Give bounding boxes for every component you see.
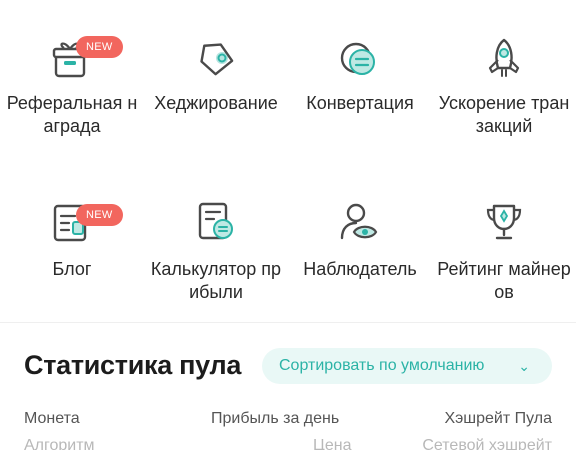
calculator-icon [198, 202, 233, 240]
menu-item-hedging[interactable]: Хеджирование [144, 30, 288, 170]
column-subheader-network-hashrate: Сетевой хэшрейт [422, 437, 552, 450]
section-divider [0, 322, 576, 323]
column-subheader-algorithm: Алгоритм [24, 437, 95, 450]
trophy-icon [486, 204, 522, 240]
column-header-hashrate[interactable]: Хэшрейт Пула [444, 410, 552, 428]
menu-item-label: Хеджирование [154, 93, 278, 113]
menu-item-label: Рейтинг майнеров [437, 259, 571, 302]
new-badge: NEW [76, 204, 123, 226]
menu-item-conversion[interactable]: Конвертация [288, 30, 432, 170]
menu-item-referral[interactable]: NEW Реферальная награда [0, 30, 144, 170]
menu-item-label: Наблюдатель [303, 259, 417, 279]
menu-item-label: Ускорение транзакций [438, 93, 570, 136]
menu-item-blog[interactable]: NEW Блог [0, 198, 144, 308]
chevron-down-icon: ⌄ [518, 358, 530, 374]
pool-stats-title: Статистика пула [24, 350, 242, 380]
column-subheader-price: Цена [313, 437, 352, 450]
convert-icon [340, 42, 375, 75]
menu-item-calculator[interactable]: Калькулятор прибыли [144, 198, 288, 308]
column-header-profit[interactable]: Прибыль за день [211, 410, 339, 428]
rocket-icon [488, 38, 520, 77]
menu-item-acceleration[interactable]: Ускорение транзакций [432, 30, 576, 170]
menu-item-label: Конвертация [306, 93, 414, 113]
menu-item-miner-rating[interactable]: Рейтинг майнеров [432, 198, 576, 308]
sort-label: Сортировать по умолчанию [279, 357, 485, 374]
observer-icon [340, 203, 378, 240]
menu-item-label: Реферальная награда [6, 93, 138, 136]
menu-item-observer[interactable]: Наблюдатель [288, 198, 432, 308]
sort-dropdown[interactable]: Сортировать по умолчанию ⌄ [262, 348, 552, 384]
menu-item-label: Блог [52, 259, 92, 279]
column-header-coin[interactable]: Монета [24, 410, 80, 428]
menu-item-label: Калькулятор прибыли [150, 259, 282, 302]
tag-icon [200, 43, 234, 76]
new-badge: NEW [76, 36, 123, 58]
